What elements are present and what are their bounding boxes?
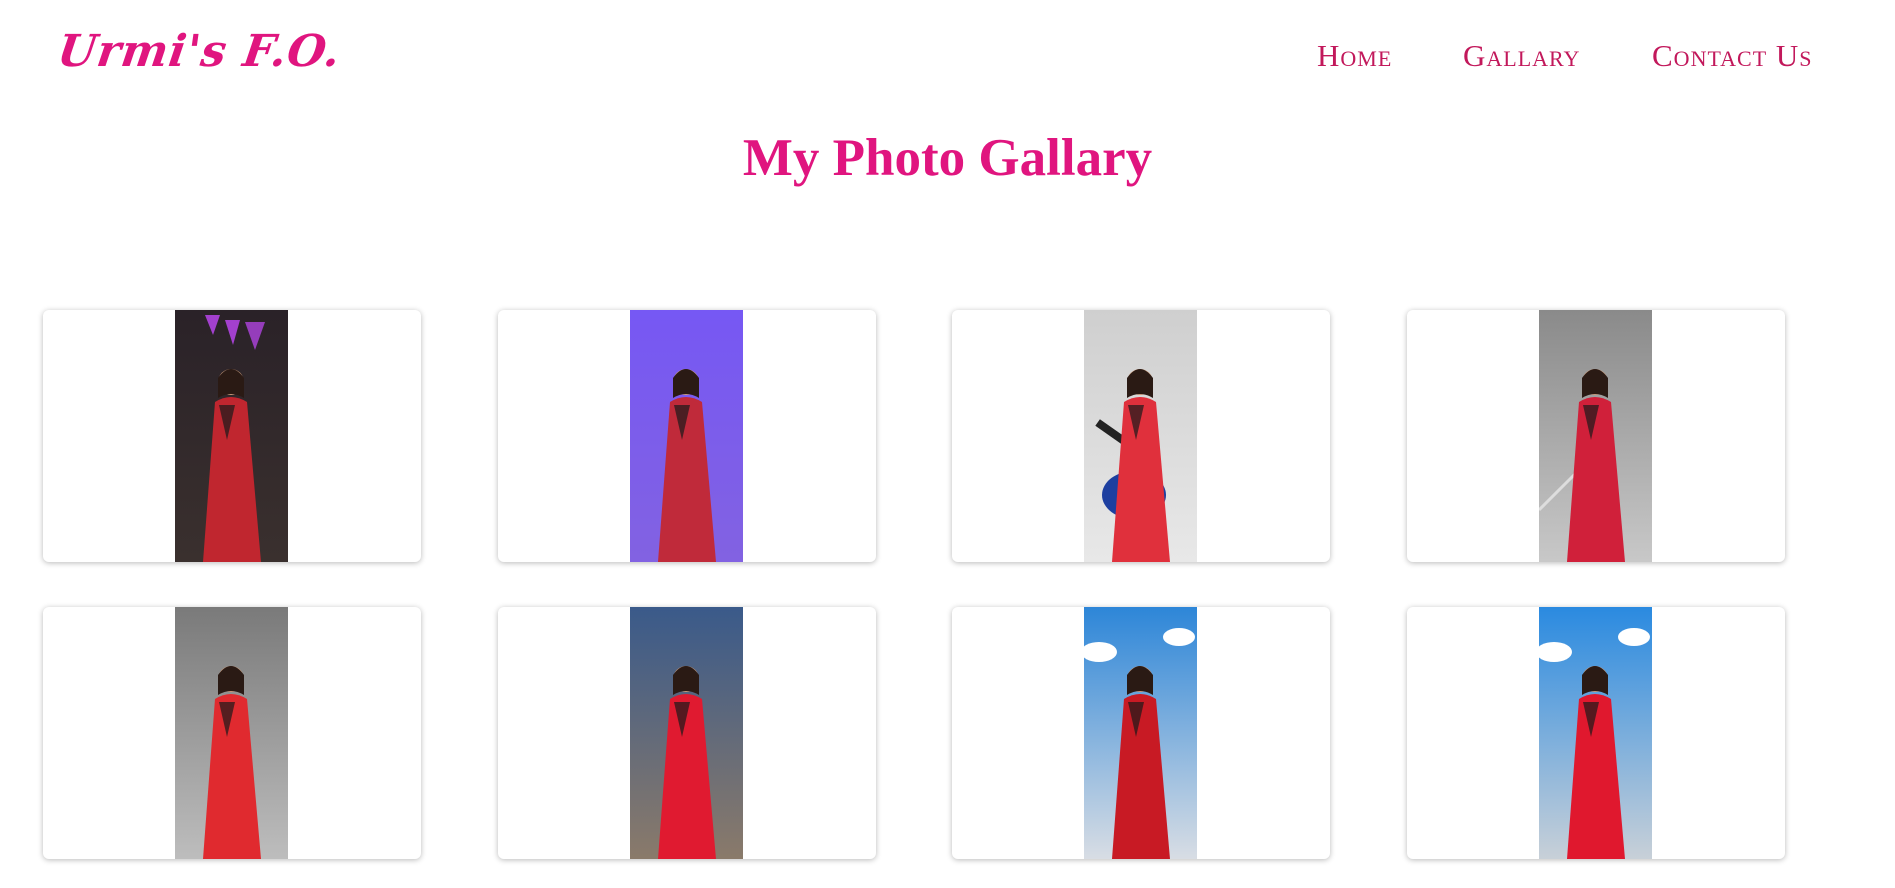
- gallery-photo[interactable]: [630, 607, 743, 859]
- gallery-photo[interactable]: [1539, 607, 1652, 859]
- gallery-photo[interactable]: [1084, 310, 1197, 562]
- gallery-photo[interactable]: [175, 310, 288, 562]
- gallery-card[interactable]: [498, 310, 876, 562]
- gallery-photo[interactable]: [1084, 607, 1197, 859]
- gallery-card[interactable]: [1407, 607, 1785, 859]
- gallery-card[interactable]: [43, 310, 421, 562]
- gallery-photo[interactable]: [1539, 310, 1652, 562]
- gallery-card[interactable]: [43, 607, 421, 859]
- gallery-photo[interactable]: [175, 607, 288, 859]
- gallery-card[interactable]: [952, 607, 1330, 859]
- gallery-photo[interactable]: [630, 310, 743, 562]
- gallery-card[interactable]: [1407, 310, 1785, 562]
- nav-link-home[interactable]: Home: [1317, 38, 1392, 74]
- site-header: Urmi's F.O. Home Gallary Contact Us: [0, 0, 1895, 110]
- nav-link-gallary[interactable]: Gallary: [1463, 38, 1580, 74]
- main-nav: Home Gallary Contact Us: [0, 38, 1895, 78]
- page-title: My Photo Gallary: [742, 129, 1153, 187]
- gallery-card[interactable]: [498, 607, 876, 859]
- gallery-card[interactable]: [952, 310, 1330, 562]
- nav-link-contact-us[interactable]: Contact Us: [1652, 38, 1813, 74]
